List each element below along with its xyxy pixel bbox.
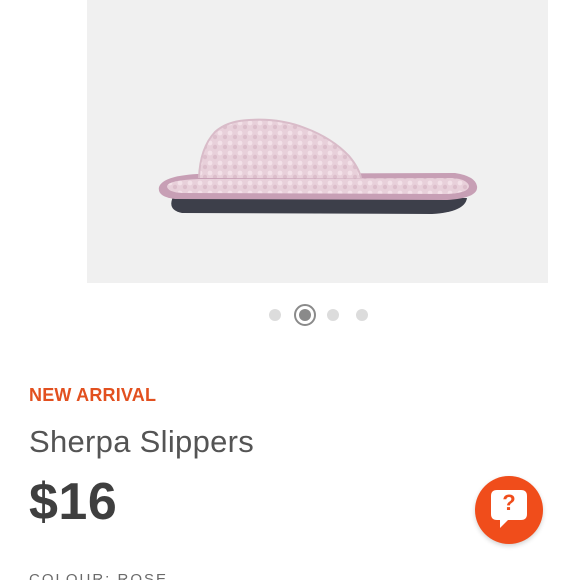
product-image-gallery[interactable] [87, 0, 548, 283]
pagination-dot-2-active[interactable] [294, 304, 316, 326]
pagination-dot-3[interactable] [327, 309, 339, 321]
product-page: NEW ARRIVAL Sherpa Slippers $16 COLOUR: … [0, 0, 580, 580]
product-title: Sherpa Slippers [29, 424, 255, 459]
pagination-dot-1[interactable] [269, 309, 281, 321]
question-mark-glyph: ? [502, 490, 516, 515]
colour-label: COLOUR: ROSE [29, 571, 169, 580]
product-price: $16 [29, 473, 118, 531]
pagination-dot-4[interactable] [356, 309, 368, 321]
slipper-image [158, 118, 478, 214]
new-arrival-badge: NEW ARRIVAL [29, 385, 157, 405]
help-chat-button[interactable]: ? [475, 476, 543, 544]
image-pagination [0, 304, 580, 326]
